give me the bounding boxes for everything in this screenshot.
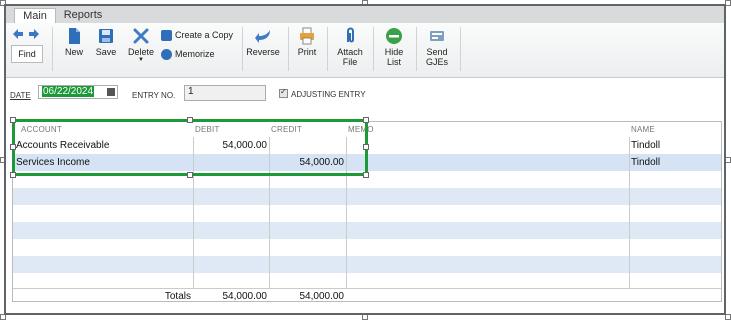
column-divider[interactable] [629, 137, 630, 288]
next-arrow-icon[interactable] [28, 28, 40, 43]
new-button[interactable]: New [62, 27, 86, 57]
chevron-down-icon[interactable]: ▼ [126, 57, 156, 64]
save-button[interactable]: Save [94, 27, 118, 57]
table-row[interactable] [13, 239, 721, 256]
table-row[interactable] [13, 222, 721, 239]
paperclip-icon [341, 27, 359, 45]
tab-reports[interactable]: Reports [60, 8, 106, 23]
row1-name[interactable]: Tindoll [631, 137, 660, 154]
tab-reports-label: Reports [63, 9, 103, 21]
total-debit: 54,000.00 [222, 291, 268, 302]
entry-no-field[interactable]: 1 [184, 85, 266, 101]
memorize-label: Memorize [175, 49, 215, 59]
send-label-line1: Send [426, 47, 448, 57]
table-row[interactable] [13, 256, 721, 273]
row2-name[interactable]: Tindoll [631, 154, 660, 171]
journal-entry-window: Main Reports Find New Save Delete ▼ Crea… [4, 4, 726, 315]
delete-button-label: Delete [127, 47, 154, 57]
toolbar: Find New Save Delete ▼ Create a Copy Mem… [6, 23, 724, 78]
send-gjes-button[interactable]: Send GJEs [422, 27, 452, 67]
save-disk-icon [97, 27, 115, 45]
selection-handle[interactable] [10, 117, 16, 123]
date-value: 06/22/2024 [42, 86, 95, 97]
tab-bar: Main Reports [6, 6, 724, 24]
hide-minus-icon [385, 27, 403, 45]
delete-x-icon [132, 27, 150, 45]
checkmark-icon: ✓ [280, 87, 287, 96]
adjusting-entry-checkbox[interactable]: ✓ [279, 87, 288, 98]
selection-handle[interactable] [363, 172, 369, 178]
find-button[interactable]: Find [11, 45, 43, 63]
print-button[interactable]: Print [295, 27, 319, 57]
reverse-arrow-icon [254, 27, 272, 45]
previous-arrow-icon[interactable] [12, 28, 24, 43]
table-row[interactable] [13, 273, 721, 288]
selection-handle[interactable] [363, 144, 369, 150]
print-button-label: Print [297, 47, 317, 57]
copy-icon [161, 30, 172, 42]
save-button-label: Save [95, 47, 117, 57]
selection-handle[interactable] [187, 172, 193, 178]
memorize-icon [161, 49, 172, 61]
delete-button[interactable]: Delete ▼ [126, 27, 156, 64]
create-copy-button[interactable]: Create a Copy [161, 28, 233, 42]
reverse-button-label: Reverse [246, 47, 280, 57]
date-field[interactable]: 06/22/2024 [38, 85, 118, 99]
hide-label-line2: List [386, 57, 401, 67]
new-button-label: New [64, 47, 83, 57]
date-label: DATE [10, 91, 31, 100]
selection-handle[interactable] [10, 144, 16, 150]
send-label-line2: GJEs [425, 57, 448, 67]
new-document-icon [65, 27, 83, 45]
tab-main[interactable]: Main [14, 8, 56, 24]
attach-label-line2: File [342, 57, 358, 67]
attach-label-line1: Attach [337, 47, 363, 57]
table-row[interactable] [13, 188, 721, 205]
adjusting-entry-label: ADJUSTING ENTRY [291, 90, 366, 99]
totals-label: Totals [164, 291, 191, 302]
find-button-label: Find [18, 49, 36, 59]
tab-main-label: Main [23, 10, 47, 22]
calendar-icon[interactable] [107, 88, 115, 96]
table-row[interactable] [13, 205, 721, 222]
header-name[interactable]: NAME [631, 125, 655, 134]
entry-no-label: ENTRY NO. [132, 91, 176, 100]
selection-handle[interactable] [363, 117, 369, 123]
attach-file-button[interactable]: Attach File [336, 27, 364, 67]
send-envelope-icon [428, 27, 446, 45]
entry-no-value: 1 [188, 86, 194, 97]
selection-rectangle[interactable] [12, 119, 368, 176]
totals-row: Totals 54,000.00 54,000.00 [13, 288, 721, 302]
selection-handle[interactable] [10, 172, 16, 178]
memorize-button[interactable]: Memorize [161, 47, 215, 61]
create-copy-label: Create a Copy [175, 30, 234, 40]
hide-list-button[interactable]: Hide List [380, 27, 408, 67]
hide-label-line1: Hide [384, 47, 404, 57]
selection-handle[interactable] [187, 117, 193, 123]
printer-icon [298, 27, 316, 45]
reverse-button[interactable]: Reverse [246, 27, 280, 57]
total-credit: 54,000.00 [299, 291, 345, 302]
